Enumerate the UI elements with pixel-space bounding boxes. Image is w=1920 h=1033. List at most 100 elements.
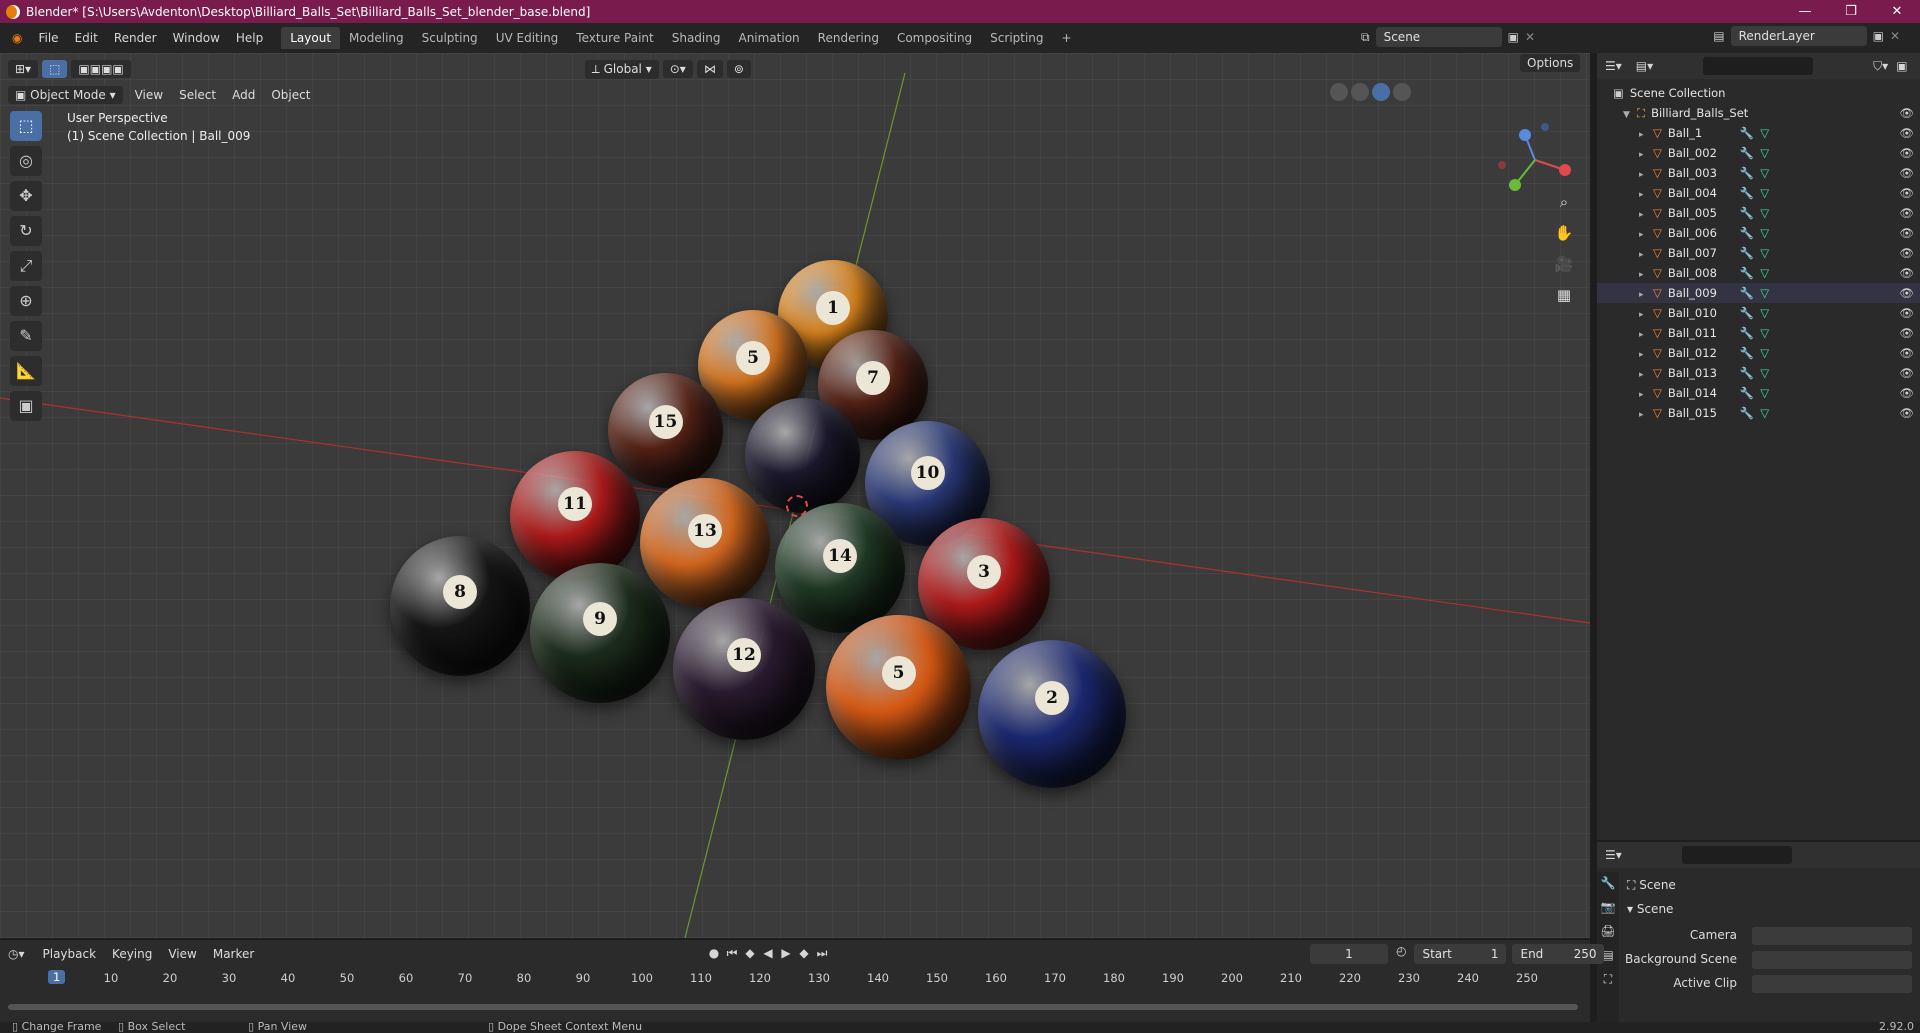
visibility-eye-icon[interactable]: 👁 <box>1899 263 1914 283</box>
tab-scripting[interactable]: Scripting <box>981 27 1052 49</box>
tab-layout[interactable]: Layout <box>281 27 341 49</box>
mesh-data-icon[interactable]: ▽ <box>1760 246 1769 260</box>
expand-triangle-icon[interactable]: ▸ <box>1639 125 1653 145</box>
expand-triangle-icon[interactable]: ▸ <box>1639 405 1653 425</box>
render-layer-field[interactable]: RenderLayer <box>1730 26 1867 46</box>
timeline-ruler[interactable]: 1 10 20 30 40 50 60 70 80 90 100 110 120 130 140 150 16… <box>0 968 1590 988</box>
outliner-item[interactable]: ▸ ▽ Ball_004 🔧 ▽ 👁 <box>1597 183 1920 203</box>
ball-13[interactable]: 13 <box>640 478 770 608</box>
tab-texture-paint[interactable]: Texture Paint <box>567 27 662 49</box>
modifier-icon[interactable]: 🔧 <box>1740 266 1754 280</box>
modifier-icon[interactable]: 🔧 <box>1740 166 1754 180</box>
visibility-eye-icon[interactable]: 👁 <box>1899 223 1914 243</box>
modifier-icon[interactable]: 🔧 <box>1740 406 1754 420</box>
auto-key-icon[interactable]: ● <box>705 946 723 961</box>
menu-window[interactable]: Window <box>165 31 228 45</box>
outliner-search-input[interactable] <box>1703 57 1814 75</box>
expand-triangle-icon[interactable]: ▸ <box>1639 265 1653 285</box>
outliner-item[interactable]: ▸ ▽ Ball_009 🔧 ▽ 👁 <box>1597 283 1920 303</box>
expand-triangle-icon[interactable]: ▸ <box>1639 225 1653 245</box>
outliner-item[interactable]: ▸ ▽ Ball_006 🔧 ▽ 👁 <box>1597 223 1920 243</box>
mesh-data-icon[interactable]: ▽ <box>1760 406 1769 420</box>
play-reverse-icon[interactable]: ◀ <box>759 946 777 961</box>
modifier-icon[interactable]: 🔧 <box>1740 206 1754 220</box>
blender-menu-icon[interactable]: ◉ <box>4 31 30 45</box>
ball-5b[interactable]: 5 <box>826 615 971 760</box>
tab-rendering[interactable]: Rendering <box>809 27 888 49</box>
menu-edit[interactable]: Edit <box>67 31 106 45</box>
mesh-data-icon[interactable]: ▽ <box>1760 326 1769 340</box>
menu-playback[interactable]: Playback <box>35 947 105 961</box>
modifier-icon[interactable]: 🔧 <box>1740 366 1754 380</box>
visibility-eye-icon[interactable]: 👁 <box>1899 103 1914 123</box>
expand-triangle-icon[interactable]: ▸ <box>1639 185 1653 205</box>
modifier-icon[interactable]: 🔧 <box>1740 326 1754 340</box>
mesh-data-icon[interactable]: ▽ <box>1760 366 1769 380</box>
modifier-icon[interactable]: 🔧 <box>1740 386 1754 400</box>
ball-11[interactable]: 11 <box>510 451 640 581</box>
outliner-item[interactable]: ▸ ▽ Ball_008 🔧 ▽ 👁 <box>1597 263 1920 283</box>
visibility-eye-icon[interactable]: 👁 <box>1899 383 1914 403</box>
visibility-eye-icon[interactable]: 👁 <box>1899 323 1914 343</box>
expand-triangle-icon[interactable]: ▸ <box>1639 145 1653 165</box>
ball-9[interactable]: 9 <box>530 563 670 703</box>
expand-triangle-icon[interactable]: ▸ <box>1639 365 1653 385</box>
mesh-data-icon[interactable]: ▽ <box>1760 206 1769 220</box>
tab-compositing[interactable]: Compositing <box>888 27 981 49</box>
minimize-button[interactable]: — <box>1782 0 1828 23</box>
background-scene-field[interactable] <box>1752 951 1912 969</box>
visibility-eye-icon[interactable]: 👁 <box>1899 403 1914 423</box>
display-mode-icon[interactable]: ▤▾ <box>1636 59 1653 73</box>
modifier-icon[interactable]: 🔧 <box>1740 346 1754 360</box>
outliner-item[interactable]: ▸ ▽ Ball_010 🔧 ▽ 👁 <box>1597 303 1920 323</box>
jump-start-icon[interactable]: ⏮ <box>723 946 741 961</box>
render-tab-icon[interactable]: 📷 <box>1597 900 1619 914</box>
visibility-eye-icon[interactable]: 👁 <box>1899 143 1914 163</box>
ball-2[interactable]: 2 <box>978 640 1126 788</box>
visibility-eye-icon[interactable]: 👁 <box>1899 183 1914 203</box>
outliner-item[interactable]: ▸ ▽ Ball_005 🔧 ▽ 👁 <box>1597 203 1920 223</box>
ball-12[interactable]: 12 <box>673 598 815 740</box>
visibility-eye-icon[interactable]: 👁 <box>1899 303 1914 323</box>
mesh-data-icon[interactable]: ▽ <box>1760 146 1769 160</box>
mesh-data-icon[interactable]: ▽ <box>1760 386 1769 400</box>
collection-row[interactable]: ▼ ⛶ Billiard_Balls_Set 👁 <box>1597 103 1920 123</box>
modifier-icon[interactable]: 🔧 <box>1740 226 1754 240</box>
output-tab-icon[interactable]: 🖨 <box>1597 924 1619 938</box>
ball-15[interactable]: 15 <box>608 373 723 488</box>
properties-editor-icon[interactable]: ☰▾ <box>1605 848 1622 862</box>
timeline-scrollbar[interactable] <box>8 1004 1578 1010</box>
3d-viewport[interactable]: ⊞▾ ⬚ ▣▣▣▣ ⟂ Global ▾ ⊙▾ ⋈ ⊚ Options ▣ Ob… <box>0 53 1590 938</box>
menu-keying[interactable]: Keying <box>104 947 160 961</box>
mesh-data-icon[interactable]: ▽ <box>1760 226 1769 240</box>
new-layer-icon[interactable]: ▣ <box>1873 29 1884 43</box>
visibility-eye-icon[interactable]: 👁 <box>1899 243 1914 263</box>
expand-triangle-icon[interactable]: ▸ <box>1639 325 1653 345</box>
menu-marker[interactable]: Marker <box>205 947 262 961</box>
scene-name-field[interactable]: Scene <box>1375 27 1502 47</box>
modifier-icon[interactable]: 🔧 <box>1740 126 1754 140</box>
modifier-icon[interactable]: 🔧 <box>1740 146 1754 160</box>
visibility-eye-icon[interactable]: 👁 <box>1899 283 1914 303</box>
next-key-icon[interactable]: ◆ <box>795 946 813 961</box>
expand-triangle-icon[interactable]: ▸ <box>1639 245 1653 265</box>
outliner-item[interactable]: ▸ ▽ Ball_003 🔧 ▽ 👁 <box>1597 163 1920 183</box>
modifier-icon[interactable]: 🔧 <box>1740 286 1754 300</box>
menu-file[interactable]: File <box>30 31 66 45</box>
outliner-item[interactable]: ▸ ▽ Ball_007 🔧 ▽ 👁 <box>1597 243 1920 263</box>
tab-sculpting[interactable]: Sculpting <box>413 27 487 49</box>
visibility-eye-icon[interactable]: 👁 <box>1899 163 1914 183</box>
timeline-editor-icon[interactable]: ◷▾ <box>8 947 25 961</box>
outliner-item[interactable]: ▸ ▽ Ball_002 🔧 ▽ 👁 <box>1597 143 1920 163</box>
visibility-eye-icon[interactable]: 👁 <box>1899 363 1914 383</box>
menu-help[interactable]: Help <box>228 31 271 45</box>
active-clip-field[interactable] <box>1752 975 1912 993</box>
menu-timeline-view[interactable]: View <box>160 947 204 961</box>
expand-triangle-icon[interactable]: ▸ <box>1639 385 1653 405</box>
expand-triangle-icon[interactable]: ▸ <box>1639 285 1653 305</box>
mesh-data-icon[interactable]: ▽ <box>1760 306 1769 320</box>
mesh-data-icon[interactable]: ▽ <box>1760 126 1769 140</box>
new-scene-icon[interactable]: ▣ <box>1508 30 1519 44</box>
expand-triangle-icon[interactable]: ▼ <box>1623 105 1637 125</box>
expand-triangle-icon[interactable]: ▸ <box>1639 165 1653 185</box>
